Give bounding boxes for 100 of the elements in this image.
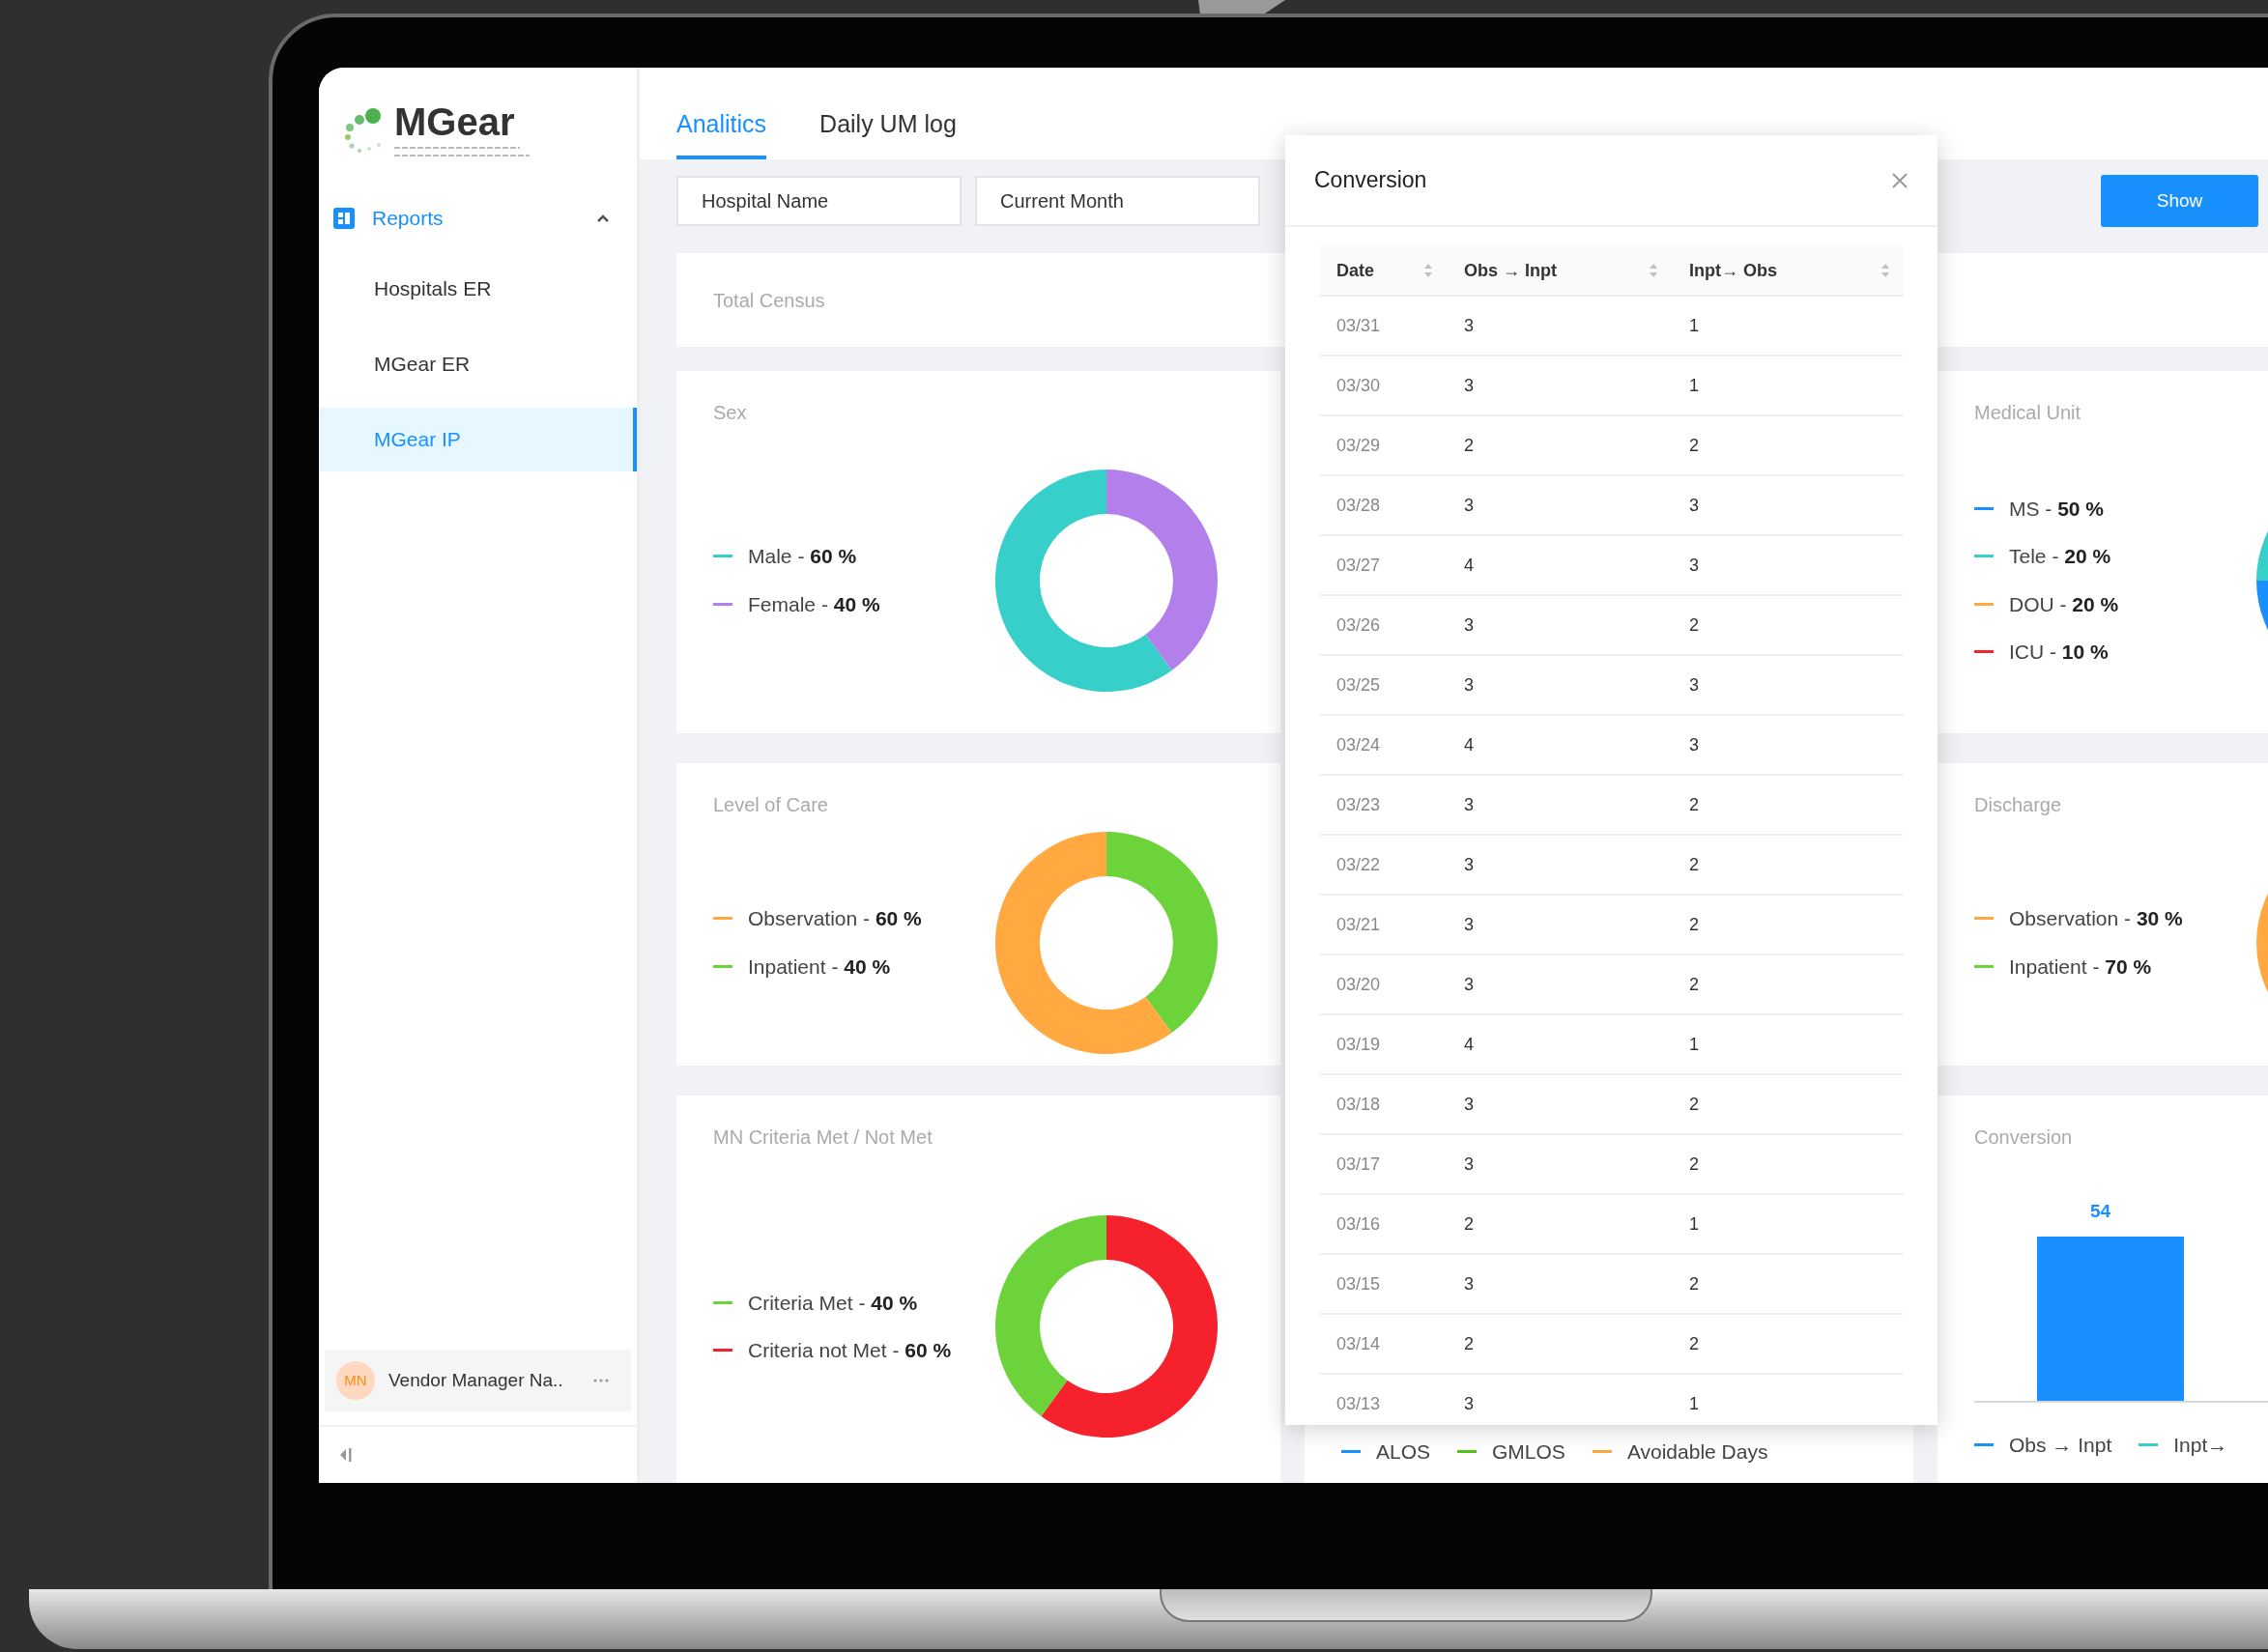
table-cell-text: 03/26 bbox=[1336, 613, 1381, 637]
table-cell-text: 1 bbox=[1689, 1212, 1699, 1236]
table-cell-text: 03/16 bbox=[1336, 1212, 1381, 1236]
close-icon[interactable] bbox=[1891, 171, 1909, 189]
table-cell-text: 2 bbox=[1689, 913, 1699, 936]
user-name: Vendor Manager Na.. bbox=[388, 1368, 563, 1392]
legend-label: Obs → Inpt bbox=[2009, 1433, 2112, 1458]
table-cell-text: 03/20 bbox=[1336, 973, 1381, 996]
table-cell-text: 1 bbox=[1689, 1033, 1699, 1056]
filter-select[interactable]: Hospital Name bbox=[676, 176, 962, 226]
table-cell-text: 4 bbox=[1464, 1033, 1474, 1056]
legend-label: MS - 50 % bbox=[2009, 496, 2105, 522]
sidebar-item[interactable]: MGear ER bbox=[319, 332, 637, 396]
user-card[interactable]: MN Vendor Manager Na.. bbox=[325, 1350, 631, 1411]
column-header[interactable]: Date bbox=[1336, 257, 1374, 284]
bar-value-label: 54 bbox=[2090, 1200, 2111, 1223]
sort-icon[interactable] bbox=[1649, 263, 1658, 278]
table-cell-text: 03/27 bbox=[1336, 554, 1381, 577]
table-cell-text: 3 bbox=[1464, 1392, 1474, 1415]
user-avatar: MN bbox=[336, 1361, 375, 1400]
card-title: Discharge bbox=[1973, 793, 2062, 817]
table-cell-text: 03/28 bbox=[1336, 494, 1381, 517]
table-cell-text: 03/21 bbox=[1336, 913, 1381, 936]
table-cell-text: 3 bbox=[1689, 733, 1699, 756]
legend-label: Inpt→ bbox=[2173, 1433, 2228, 1458]
table-cell-text: 03/15 bbox=[1336, 1272, 1381, 1296]
legend-label: Tele - 20 % bbox=[2009, 544, 2111, 569]
table-cell-text: 3 bbox=[1464, 1093, 1474, 1116]
table-cell-text: 03/25 bbox=[1336, 673, 1381, 697]
table-cell-text: 2 bbox=[1689, 1093, 1699, 1116]
table-cell-text: 03/22 bbox=[1336, 853, 1381, 876]
table-cell-text: 03/13 bbox=[1336, 1392, 1381, 1415]
table-cell-text: 3 bbox=[1464, 314, 1474, 337]
table-cell-text: 03/29 bbox=[1336, 434, 1381, 457]
table-cell-text: 1 bbox=[1689, 314, 1699, 337]
table-cell-text: 4 bbox=[1464, 554, 1474, 577]
table-cell-text: 2 bbox=[1464, 434, 1474, 457]
table-cell-text: 3 bbox=[1464, 913, 1474, 936]
table-cell-text: 3 bbox=[1464, 613, 1474, 637]
table-cell-text: 3 bbox=[1464, 793, 1474, 816]
legend-label: DOU - 20 % bbox=[2009, 591, 2119, 617]
table-cell-text: 3 bbox=[1464, 853, 1474, 876]
table-cell-text: 2 bbox=[1689, 1153, 1699, 1176]
table-cell-text: 2 bbox=[1689, 613, 1699, 637]
table-cell-text: 1 bbox=[1689, 374, 1699, 397]
table-cell-text: 03/24 bbox=[1336, 733, 1381, 756]
table-cell-text: 03/18 bbox=[1336, 1093, 1381, 1116]
sidebar-item[interactable]: Hospitals ER bbox=[319, 257, 637, 321]
card-title: Sex bbox=[712, 401, 747, 425]
legend-label: Observation - 60 % bbox=[748, 906, 922, 931]
legend-label: Criteria not Met - 60 % bbox=[748, 1338, 952, 1363]
legend-label: ALOS bbox=[1376, 1438, 1431, 1465]
legend-label: Criteria Met - 40 % bbox=[748, 1290, 918, 1316]
table-cell-text: 3 bbox=[1689, 494, 1699, 517]
legend-label: Female - 40 % bbox=[748, 591, 880, 617]
table-cell-text: 03/14 bbox=[1336, 1332, 1381, 1355]
table-cell-text: 3 bbox=[1689, 554, 1699, 577]
legend-label: Inpatient - 70 % bbox=[2009, 954, 2152, 980]
dialog-title: Conversion bbox=[1314, 166, 1427, 195]
table-cell-text: 1 bbox=[1689, 1392, 1699, 1415]
sort-icon[interactable] bbox=[1423, 263, 1433, 278]
table-cell-text: 3 bbox=[1464, 494, 1474, 517]
legend-label: Inpatient - 40 % bbox=[748, 954, 891, 980]
logo-wordmark: MGear bbox=[394, 102, 516, 141]
table-cell-text: 3 bbox=[1464, 374, 1474, 397]
card-title: MN Criteria Met / Not Met bbox=[712, 1125, 933, 1150]
table-cell-text: 3 bbox=[1464, 1153, 1474, 1176]
table-cell-text: 2 bbox=[1464, 1212, 1474, 1236]
table-cell-text: 2 bbox=[1689, 973, 1699, 996]
table-cell-text: 2 bbox=[1689, 1272, 1699, 1296]
legend-label: Avoidable Days bbox=[1626, 1438, 1768, 1465]
sidebar-group-label: Reports bbox=[372, 206, 444, 232]
table-cell-text: 03/19 bbox=[1336, 1033, 1381, 1056]
legend-label: Male - 60 % bbox=[748, 544, 857, 569]
table-cell-text: 3 bbox=[1464, 673, 1474, 697]
report-icon bbox=[333, 208, 355, 229]
table-cell-text: 4 bbox=[1464, 733, 1474, 756]
table-cell-text: 03/30 bbox=[1336, 374, 1381, 397]
sort-icon[interactable] bbox=[1880, 263, 1890, 278]
collapse-icon[interactable] bbox=[338, 1446, 354, 1464]
table-cell-text: 03/23 bbox=[1336, 793, 1381, 816]
card-title: Conversion bbox=[1973, 1125, 2073, 1150]
table-cell-text: 3 bbox=[1689, 673, 1699, 697]
table-cell-text: 2 bbox=[1689, 1332, 1699, 1355]
table-cell-text: 03/17 bbox=[1336, 1153, 1381, 1176]
filter-select[interactable]: Current Month bbox=[975, 176, 1260, 226]
legend-label: GMLOS bbox=[1492, 1438, 1565, 1465]
table-cell-text: 2 bbox=[1689, 793, 1699, 816]
table-cell-text: 2 bbox=[1464, 1332, 1474, 1355]
table-cell-text: 3 bbox=[1464, 1272, 1474, 1296]
column-header[interactable]: Obs → Inpt bbox=[1464, 257, 1557, 284]
tab[interactable]: Daily UM log bbox=[819, 105, 957, 159]
table-cell-text: 03/31 bbox=[1336, 314, 1381, 337]
legend-label: ICU - 10 % bbox=[2009, 640, 2109, 665]
table-cell-text: 2 bbox=[1689, 853, 1699, 876]
card-title: Level of Care bbox=[712, 793, 828, 817]
column-header[interactable]: Inpt→ Obs bbox=[1689, 257, 1777, 284]
card-title: Total Census bbox=[713, 288, 825, 313]
more-icon[interactable] bbox=[592, 1378, 610, 1383]
table-cell-text: 3 bbox=[1464, 973, 1474, 996]
